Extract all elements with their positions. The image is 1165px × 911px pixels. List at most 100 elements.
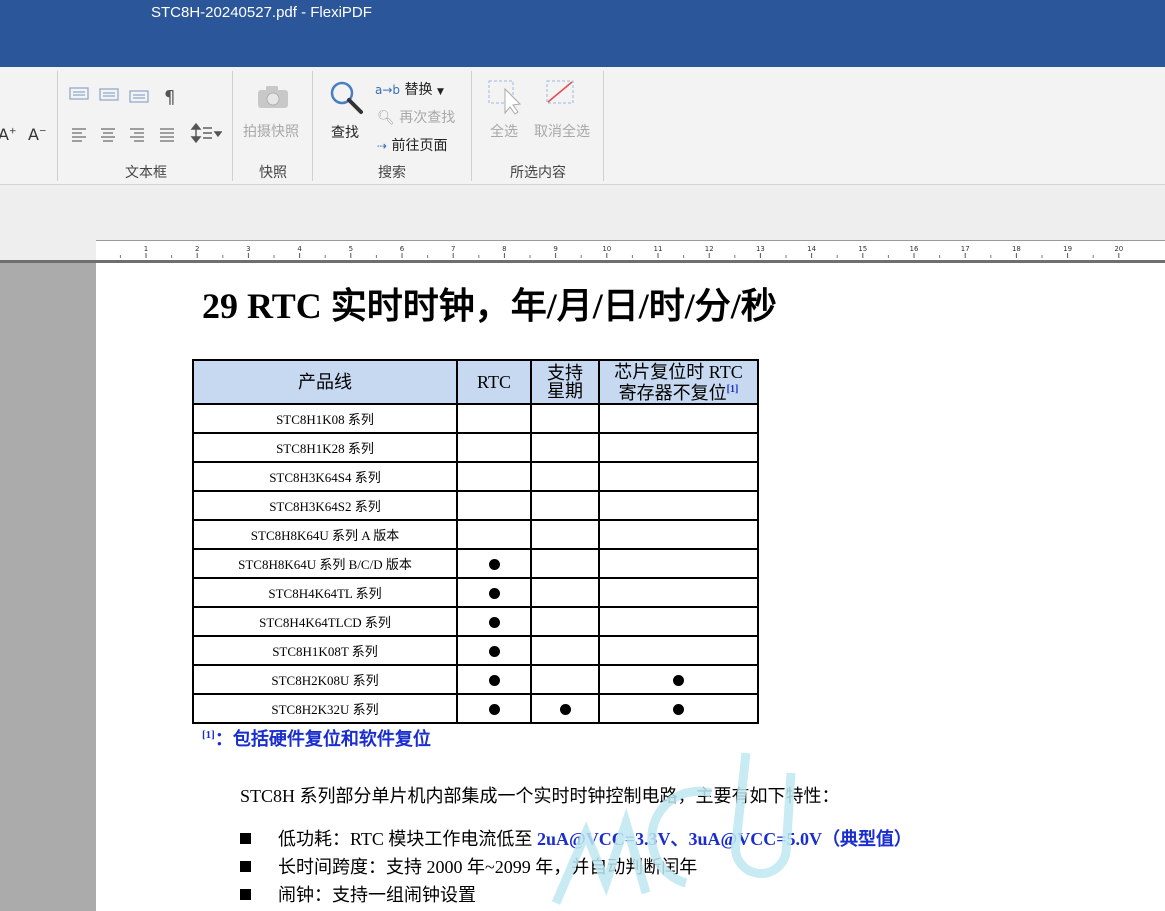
ruler-number: 2 — [195, 245, 199, 253]
rtc-cell — [456, 548, 532, 579]
ruler-number: 6 — [400, 245, 405, 253]
no-reset-cell — [598, 461, 759, 492]
ruler-number: 12 — [705, 245, 714, 253]
product-name-cell: STC8H4K64TL 系列 — [192, 577, 458, 608]
no-reset-cell — [598, 548, 759, 579]
weekday-cell — [530, 635, 600, 666]
ruler-number: 7 — [451, 245, 455, 253]
replace-button[interactable]: a→b 替换 ▼ — [375, 79, 444, 99]
weekday-cell — [530, 461, 600, 492]
magnifier-icon — [330, 81, 363, 114]
paragraph-mark-icon: ¶ — [164, 87, 175, 108]
ruler-number: 13 — [756, 245, 765, 253]
rtc-cell — [456, 403, 532, 434]
select-all-button[interactable]: 全选 — [490, 121, 518, 141]
rtc-cell — [456, 490, 532, 521]
footnote: [1]：包括硬件复位和软件复位 — [202, 725, 431, 751]
ruler-number: 16 — [910, 245, 919, 253]
font-down-label: A — [28, 125, 39, 144]
product-rtc-table: 产品线 RTC 支持 星期 芯片复位时 RTC 寄存器不复位[1] STC8H1… — [192, 359, 759, 724]
deselect-all-icon — [546, 80, 574, 104]
find-button[interactable]: 查找 — [331, 122, 359, 142]
header-rtc: RTC — [456, 359, 532, 405]
no-reset-cell — [598, 664, 759, 695]
title-bar: STC8H-20240527.pdf - FlexiPDF — [0, 0, 1165, 67]
increase-font-button[interactable]: A+ — [0, 125, 17, 144]
ruler-number: 11 — [654, 245, 663, 253]
weekday-cell — [530, 577, 600, 608]
product-name-cell: STC8H3K64S4 系列 — [192, 461, 458, 492]
chevron-down-icon: ▼ — [436, 87, 444, 97]
section-heading: 29 RTC 实时时钟，年/月/日/时/分/秒 — [202, 286, 777, 326]
goto-arrow-icon: ⇢ — [377, 139, 388, 153]
rtc-cell — [456, 432, 532, 463]
product-name-cell: STC8H8K64U 系列 A 版本 — [192, 519, 458, 550]
weekday-cell — [530, 432, 600, 463]
header-no-reset-line1: 芯片复位时 RTC — [614, 361, 743, 382]
footnote-ref: [1] — [726, 383, 739, 395]
find-again-icon: 🔍︎ — [377, 110, 395, 126]
textbox-icons: ¶ — [69, 87, 175, 142]
select-all-icon — [488, 80, 522, 115]
header-weekday-line2: 星期 — [547, 381, 583, 401]
no-reset-cell — [598, 403, 759, 434]
no-reset-cell — [598, 577, 759, 608]
supported-dot-icon — [488, 704, 500, 716]
goto-page-button[interactable]: ⇢ 前往页面 — [377, 135, 448, 155]
font-up-label: A — [0, 125, 9, 144]
supported-dot-icon — [488, 646, 500, 658]
header-weekday: 支持 星期 — [530, 359, 600, 405]
line-spacing-icon[interactable] — [190, 123, 222, 145]
no-reset-cell — [598, 432, 759, 463]
table-row: STC8H3K64S4 系列 — [192, 461, 759, 492]
group-separator — [603, 71, 604, 181]
product-name-cell: STC8H1K08 系列 — [192, 403, 458, 434]
supported-dot-icon — [488, 675, 500, 687]
table-body: STC8H1K08 系列 STC8H1K28 系列 STC8H3K64S4 系列 ST… — [192, 403, 759, 724]
list-item-text: 闹钟：支持一组闹钟设置 — [278, 885, 476, 905]
supported-dot-icon — [559, 704, 571, 716]
ruler-ticks: 1 2 3 4 5 6 7 8 9 10 11 12 13 14 15 16 17 18 19 20 — [119, 245, 1123, 258]
header-weekday-line1: 支持 — [547, 363, 583, 383]
rtc-cell — [456, 606, 532, 637]
group-separator — [232, 71, 233, 181]
ribbon: A+ A− ¶ 文本框 拍摄快照 快照 查找 a→b 替换 ▼ 🔍︎ 再次查找 … — [0, 67, 1165, 185]
camera-icon — [258, 86, 288, 108]
supported-dot-icon — [673, 675, 684, 687]
product-name-cell: STC8H8K64U 系列 B/C/D 版本 — [192, 548, 458, 579]
find-again-button[interactable]: 🔍︎ 再次查找 — [377, 107, 455, 127]
no-reset-cell — [598, 519, 759, 550]
ruler-number: 18 — [1012, 245, 1021, 253]
ruler-number: 14 — [807, 245, 816, 253]
ruler-number: 15 — [858, 245, 867, 253]
supported-dot-icon — [488, 559, 500, 571]
rtc-cell — [456, 664, 532, 695]
ruler-number: 10 — [602, 245, 611, 253]
no-reset-cell — [598, 606, 759, 637]
product-name-cell: STC8H1K28 系列 — [192, 432, 458, 463]
document-page[interactable]: 29 RTC 实时时钟，年/月/日/时/分/秒 产品线 RTC 支持 星期 芯片… — [96, 263, 1165, 911]
bullet-square-icon — [240, 833, 251, 844]
product-name-cell: STC8H3K64S2 系列 — [192, 490, 458, 521]
rtc-cell — [456, 635, 532, 666]
weekday-cell — [530, 403, 600, 434]
table-row: STC8H4K64TL 系列 — [192, 577, 759, 608]
deselect-all-button[interactable]: 取消全选 — [534, 121, 590, 141]
snapshot-group-label: 快照 — [259, 165, 287, 181]
supported-dot-icon — [488, 588, 500, 600]
textbox-style2-icon — [99, 88, 119, 101]
weekday-cell — [530, 548, 600, 579]
ruler-number: 8 — [502, 245, 506, 253]
header-no-reset: 芯片复位时 RTC 寄存器不复位[1] — [598, 359, 759, 405]
table-row: STC8H8K64U 系列 B/C/D 版本 — [192, 548, 759, 579]
decrease-font-button[interactable]: A− — [28, 125, 47, 144]
find-again-label: 再次查找 — [399, 110, 456, 126]
table-row: STC8H8K64U 系列 A 版本 — [192, 519, 759, 550]
replace-label: 替换 — [404, 82, 433, 98]
take-snapshot-button[interactable]: 拍摄快照 — [243, 121, 299, 141]
ruler-number: 3 — [246, 245, 250, 253]
horizontal-ruler[interactable]: 1 2 3 4 5 6 7 8 9 10 11 12 13 14 15 16 17 18 19 20 — [96, 240, 1165, 261]
supported-dot-icon — [673, 704, 684, 716]
textbox-group-label: 文本框 — [125, 165, 167, 181]
ruler-number: 5 — [349, 245, 353, 253]
